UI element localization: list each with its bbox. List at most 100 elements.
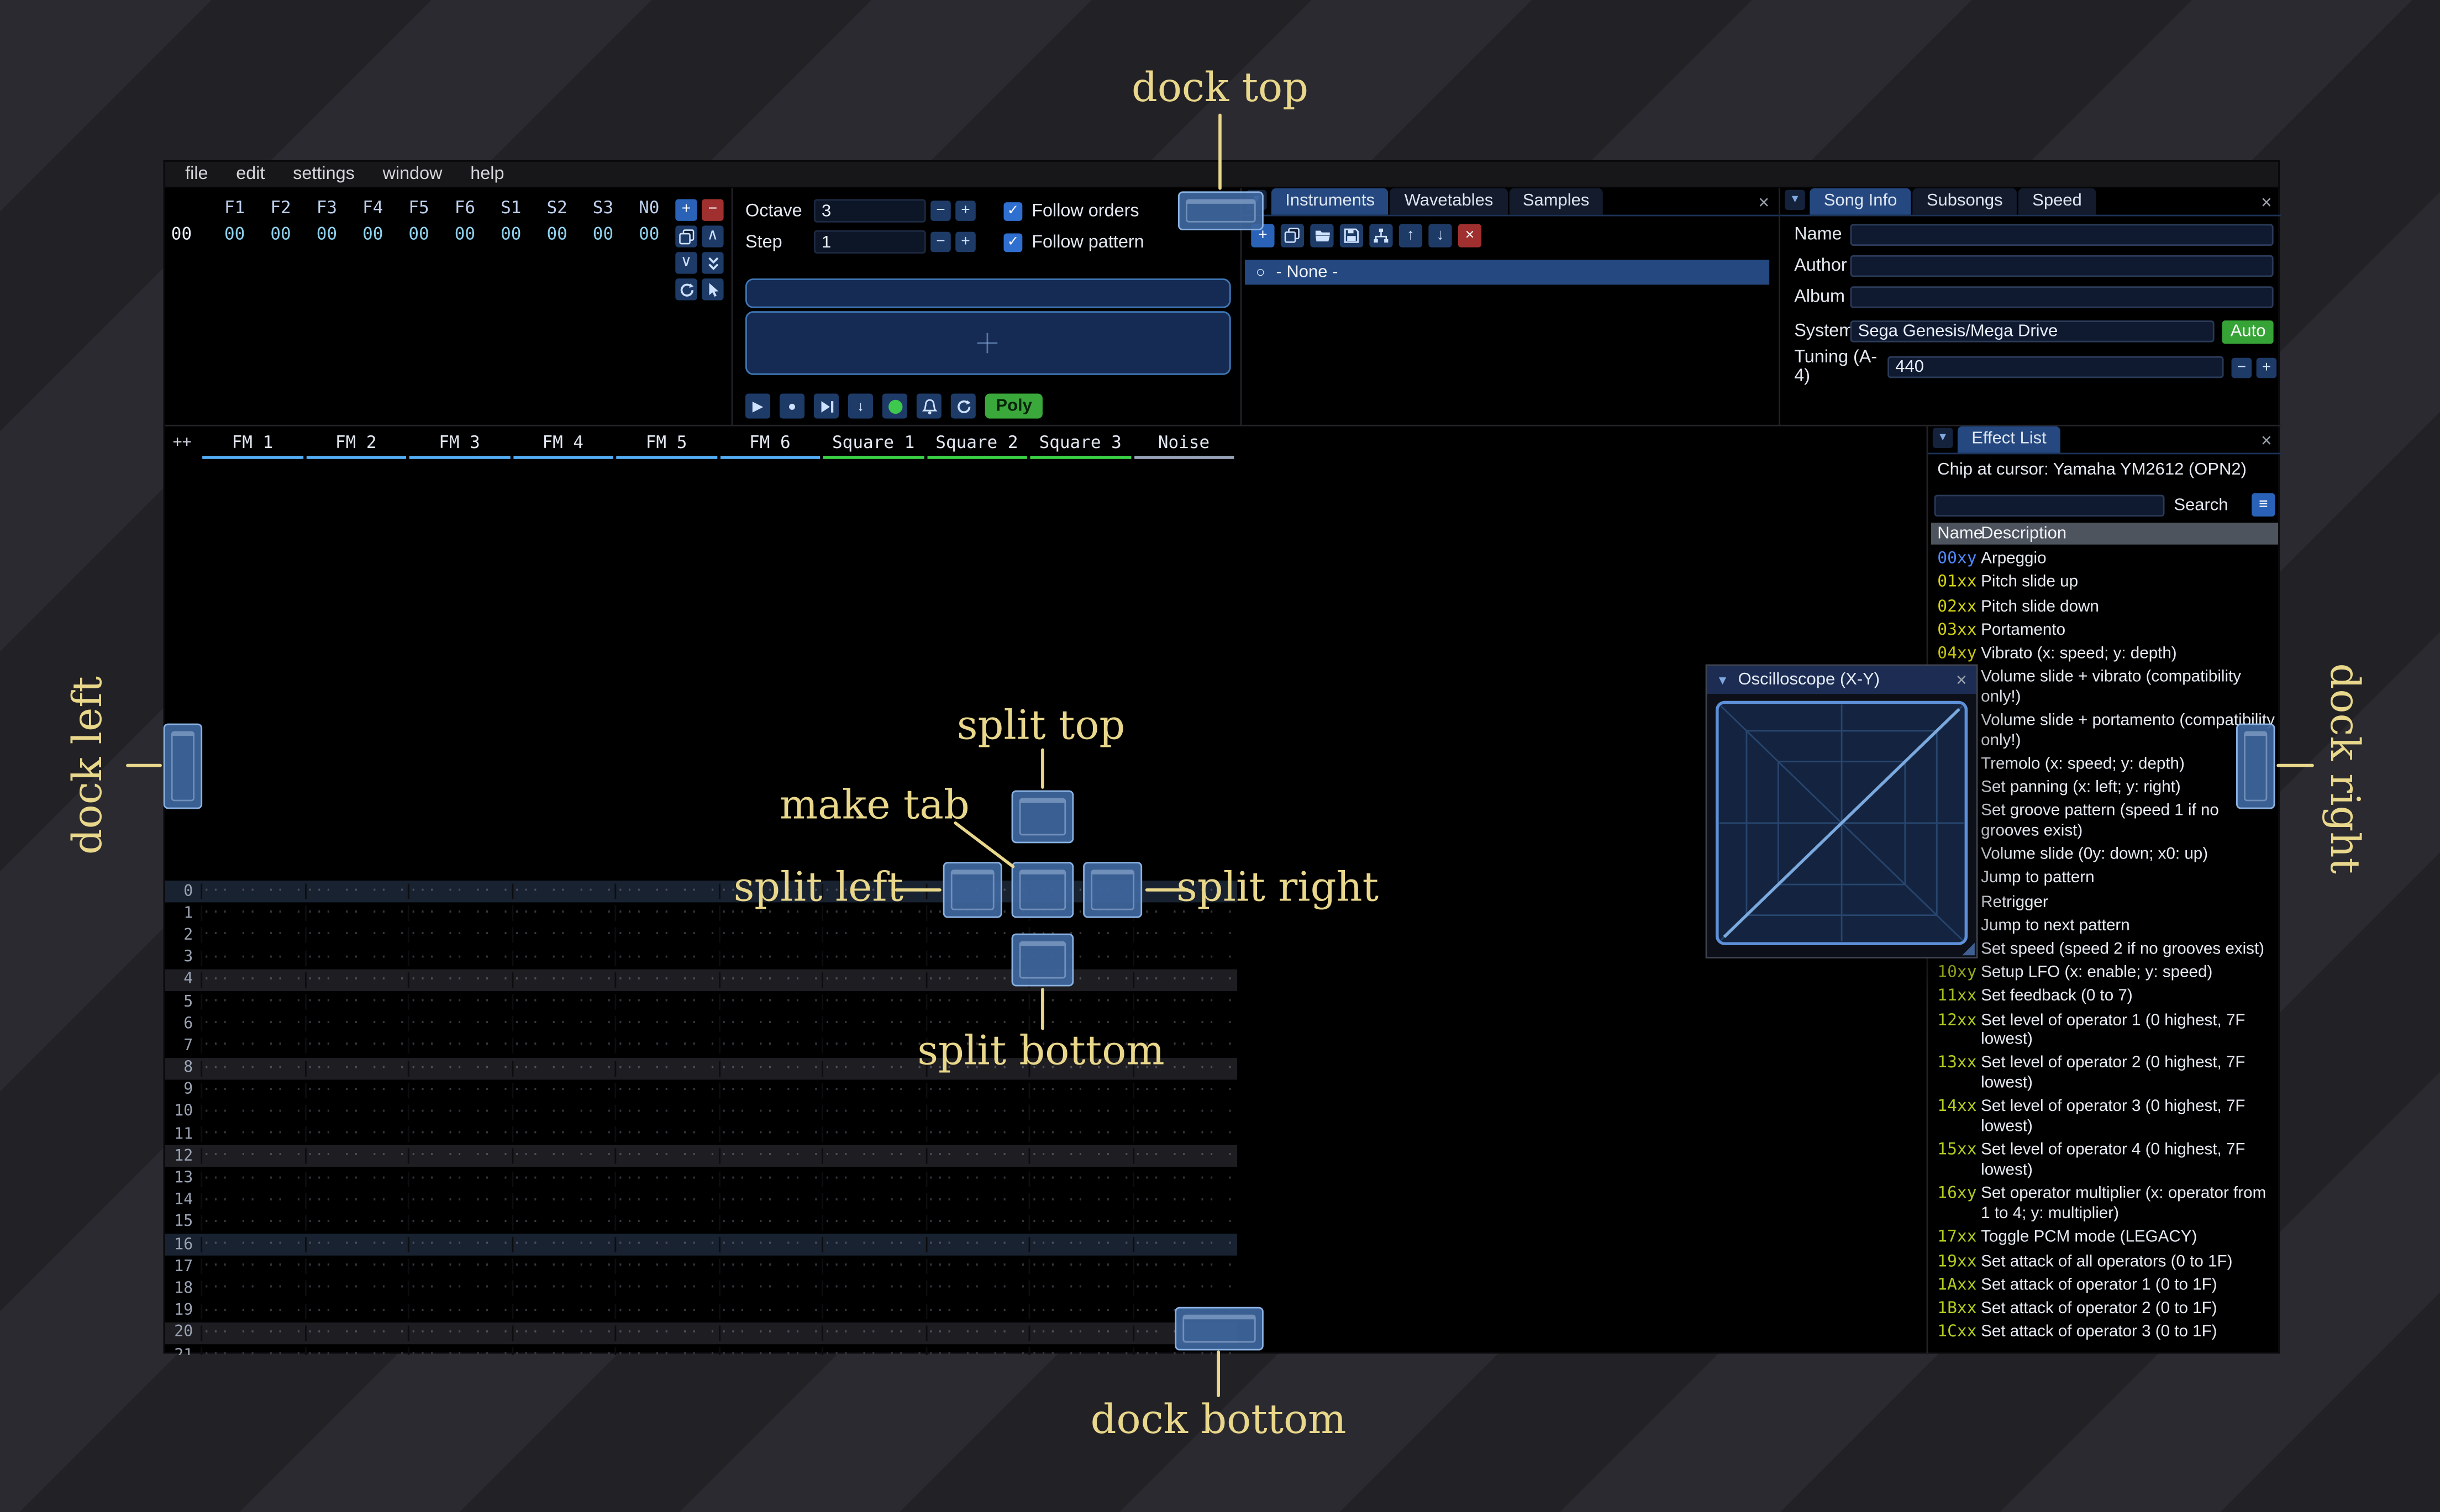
effect-row[interactable]: 14xx Set level of operator 3 (0 highest,… [1931, 1095, 2281, 1139]
follow-orders-checkbox[interactable]: ✓ Follow orders [1003, 201, 1139, 220]
pattern-cell[interactable]: ··· ·· ·· ··· [304, 905, 408, 922]
pattern-cell[interactable]: ··· ·· ·· ··· [614, 1281, 718, 1297]
effect-row[interactable]: 12xx Set level of operator 1 (0 highest,… [1931, 1009, 2281, 1052]
menu-item[interactable]: settings [279, 165, 369, 184]
pattern-cell[interactable]: ··· ·· ·· ··· [201, 950, 304, 966]
resize-grip[interactable] [1962, 942, 1975, 956]
effect-list-tab[interactable]: Effect List [1957, 426, 2061, 453]
follow-pattern-checkbox[interactable]: ✓ Follow pattern [1003, 233, 1144, 251]
pattern-cell[interactable]: ··· ·· ·· ··· [201, 1060, 304, 1076]
effect-row[interactable]: 05xy Volume slide + vibrato (compatibili… [1931, 666, 2281, 709]
step-decrease-button[interactable]: − [930, 231, 951, 252]
pattern-cell[interactable]: ··· ·· ·· ··· [925, 1126, 1029, 1142]
orders-channel-header[interactable]: F2 [257, 198, 303, 218]
effect-row[interactable]: 19xx Set attack of all operators (0 to 1… [1931, 1250, 2281, 1273]
menu-item[interactable]: edit [222, 165, 279, 184]
pattern-cell[interactable]: ··· ·· ·· ··· [407, 883, 511, 900]
pattern-cell[interactable]: ··· ·· ·· ··· [304, 950, 408, 966]
pattern-cell[interactable]: ··· ·· ·· ··· [718, 1082, 822, 1098]
pattern-cell[interactable]: ··· ·· ·· ··· [201, 1104, 304, 1120]
pattern-cell[interactable]: ··· ·· ·· ··· [925, 1347, 1029, 1355]
pattern-cell[interactable]: ··· ·· ·· ··· [718, 950, 822, 966]
pattern-cell[interactable]: ··· ·· ·· ··· [304, 1126, 408, 1142]
pattern-cell[interactable]: ··· ·· ·· ··· [201, 1171, 304, 1187]
pattern-cell[interactable]: ··· ·· ·· ··· [1132, 928, 1235, 944]
pattern-cell[interactable]: ··· ·· ·· ··· [718, 1016, 822, 1032]
effect-row[interactable]: 06xy Volume slide + portamento (compatib… [1931, 709, 2281, 753]
pattern-cell[interactable]: ··· ·· ·· ··· [925, 1193, 1029, 1209]
pattern-cell[interactable]: ··· ·· ·· ··· [1028, 994, 1132, 1010]
order-pattern-value[interactable]: 00 [257, 224, 303, 245]
pattern-cell[interactable]: ··· ·· ·· ··· [822, 1193, 925, 1209]
effect-row[interactable]: 00xy Arpeggio [1931, 547, 2281, 571]
move-instrument-down-button[interactable]: ↓ [1428, 224, 1452, 247]
split-right-target[interactable] [1083, 862, 1143, 918]
orders-channel-header[interactable]: F5 [396, 198, 441, 218]
pattern-cell[interactable]: ··· ·· ·· ··· [201, 1149, 304, 1165]
pattern-cell[interactable]: ··· ·· ·· ··· [614, 1237, 718, 1253]
open-instrument-button[interactable] [1310, 224, 1334, 247]
pattern-cell[interactable]: ··· ·· ·· ··· [718, 1215, 822, 1231]
system-input[interactable]: Sega Genesis/Mega Drive [1850, 320, 2215, 343]
pattern-cell[interactable]: ··· ·· ·· ··· [822, 1038, 925, 1054]
pattern-cell[interactable]: ··· ·· ·· ··· [511, 1060, 614, 1076]
pattern-cell[interactable]: ··· ·· ·· ··· [718, 1171, 822, 1187]
tab-list-popup-button[interactable]: ▼ [1932, 428, 1953, 449]
pattern-cell[interactable]: ··· ·· ·· ··· [511, 1325, 614, 1341]
effect-row[interactable]: 17xx Toggle PCM mode (LEGACY) [1931, 1226, 2281, 1250]
pattern-cell[interactable]: ··· ·· ·· ··· [511, 883, 614, 900]
pattern-cell[interactable]: ··· ·· ·· ··· [304, 928, 408, 944]
order-pattern-value[interactable]: 00 [580, 224, 626, 245]
order-pattern-value[interactable]: 00 [350, 224, 396, 245]
pattern-cell[interactable]: ··· ·· ·· ··· [718, 1060, 822, 1076]
pattern-cell[interactable]: ··· ·· ·· ··· [718, 1281, 822, 1297]
pattern-row[interactable]: 18 ··· ·· ·· · ··· ·· ·· · · ·· ·· ·· · · ·· ··… [165, 1278, 1237, 1300]
pattern-cell[interactable]: ··· ·· ·· ··· [1132, 1082, 1235, 1098]
pattern-cell[interactable]: ··· ·· ·· ··· [201, 928, 304, 944]
pattern-cell[interactable]: ··· ·· ·· ··· [304, 972, 408, 988]
move-order-down-button[interactable]: ∨ [675, 252, 697, 274]
octave-increase-button[interactable]: + [955, 201, 976, 221]
pattern-cell[interactable]: ··· ·· ·· ··· [407, 1237, 511, 1253]
pattern-cell[interactable]: ··· ·· ·· ··· [304, 1237, 408, 1253]
pattern-cell[interactable]: ··· ·· ·· ··· [511, 1303, 614, 1319]
pattern-row[interactable]: 13 ··· ·· ·· · ··· ·· ·· · · ·· ·· ·· · · ·· ··… [165, 1167, 1237, 1189]
pattern-cell[interactable]: ··· ·· ·· ··· [1132, 1149, 1235, 1165]
pattern-cell[interactable]: ··· ·· ·· ··· [407, 1104, 511, 1120]
metronome-button[interactable] [916, 393, 942, 419]
pattern-cell[interactable]: ··· ·· ·· ··· [511, 1038, 614, 1054]
pattern-row[interactable]: 20 ··· ·· ·· · ··· ·· ·· · · ·· ·· ·· · · ·· ··… [165, 1322, 1237, 1345]
pattern-row[interactable]: 19 ··· ·· ·· · ··· ·· ·· · · ·· ·· ·· · · ·· ··… [165, 1300, 1237, 1322]
save-instrument-button[interactable] [1339, 224, 1364, 247]
octave-input[interactable]: 3 [813, 199, 926, 223]
split-left-target[interactable] [943, 862, 1002, 918]
pattern-cell[interactable]: ··· ·· ·· ··· [925, 1215, 1029, 1231]
order-pattern-value[interactable]: 00 [396, 224, 441, 245]
pattern-cell[interactable]: ··· ·· ·· ··· [407, 1171, 511, 1187]
pattern-cell[interactable]: ··· ·· ·· ··· [201, 994, 304, 1010]
pattern-cell[interactable]: ··· ·· ·· ··· [201, 1325, 304, 1341]
pattern-channel-header[interactable]: FM 2 [304, 433, 408, 459]
split-bottom-target[interactable] [1011, 933, 1074, 987]
pattern-cell[interactable]: ··· ·· ·· ··· [822, 1259, 925, 1275]
pattern-channel-header[interactable]: FM 1 [201, 433, 304, 459]
hamburger-menu-icon[interactable]: ≡ [2252, 493, 2275, 517]
effect-row[interactable]: 10xy Setup LFO (x: enable; y: speed) [1931, 961, 2281, 985]
pattern-cell[interactable]: ··· ·· ·· ··· [614, 994, 718, 1010]
pattern-cell[interactable]: ··· ·· ·· ··· [1028, 1259, 1132, 1275]
pattern-cell[interactable]: ··· ·· ·· ··· [511, 994, 614, 1010]
pattern-cell[interactable]: ··· ·· ·· ··· [201, 1016, 304, 1032]
orders-channel-header[interactable]: S1 [488, 198, 534, 218]
pattern-cell[interactable]: ··· ·· ·· ··· [407, 905, 511, 922]
pattern-row[interactable]: 17 ··· ·· ·· · ··· ·· ·· · · ·· ·· ·· · · ·· ··… [165, 1256, 1237, 1278]
order-pattern-value[interactable]: 00 [212, 224, 257, 245]
pattern-cell[interactable]: ··· ·· ·· ··· [1028, 1149, 1132, 1165]
effect-row[interactable]: 11xx Set feedback (0 to 7) [1931, 985, 2281, 1009]
pattern-row[interactable]: 12 ··· ·· ·· · ··· ·· ·· · · ·· ·· ·· · · ·· ··… [165, 1145, 1237, 1168]
pattern-cell[interactable]: ··· ·· ·· ··· [925, 1104, 1029, 1120]
pattern-cell[interactable]: ··· ·· ·· ··· [925, 1303, 1029, 1319]
pattern-cell[interactable]: ··· ·· ·· ··· [407, 1038, 511, 1054]
pattern-cell[interactable]: ··· ·· ·· ··· [201, 883, 304, 900]
pattern-cell[interactable]: ··· ·· ·· ··· [1028, 1347, 1132, 1355]
pattern-cell[interactable]: ··· ·· ·· ··· [304, 1303, 408, 1319]
